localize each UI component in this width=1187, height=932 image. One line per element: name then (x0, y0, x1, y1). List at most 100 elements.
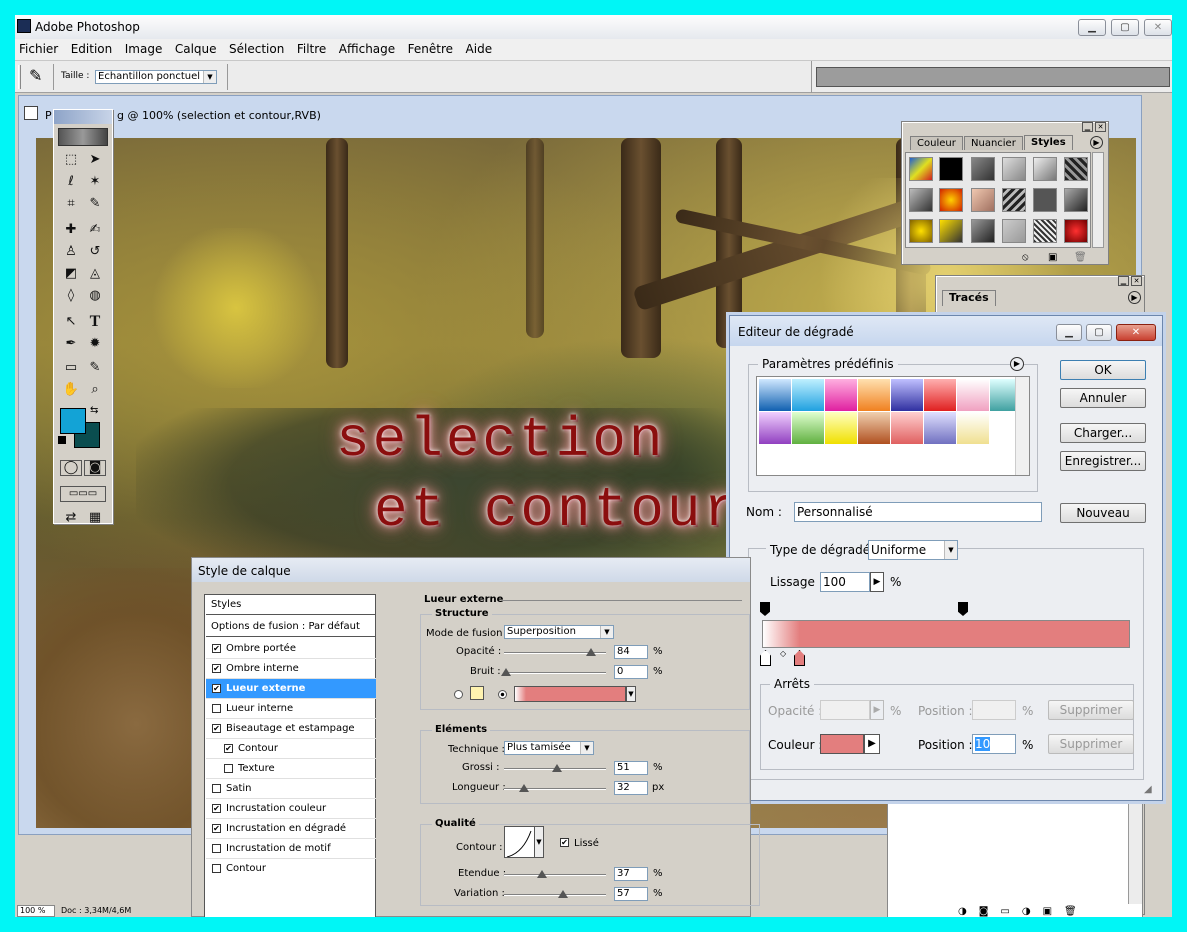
imageready-icon[interactable]: ▦ (84, 508, 106, 528)
tab-styles[interactable]: Styles (1024, 135, 1073, 150)
style-swatch[interactable] (939, 157, 963, 181)
pen-tool[interactable]: ✒ (60, 334, 82, 354)
chevron-down-icon[interactable]: ▼ (626, 686, 636, 702)
path-select-tool[interactable]: ↖ (60, 312, 82, 332)
ok-button[interactable]: OK (1060, 360, 1146, 380)
zoom-tool[interactable]: ⌕ (84, 380, 106, 400)
checkbox[interactable]: ✔ (224, 744, 233, 753)
style-item[interactable]: ✔ Ombre interne (206, 659, 376, 679)
preset-gradient[interactable] (957, 412, 989, 444)
lasso-tool[interactable]: ℓ (60, 172, 82, 192)
preset-gradient[interactable] (957, 379, 989, 411)
new-style-icon[interactable]: ▣ (1048, 252, 1057, 263)
checkbox[interactable] (212, 864, 221, 873)
noise-input[interactable]: 0 (614, 665, 648, 679)
style-swatch[interactable] (971, 157, 995, 181)
style-swatch[interactable] (1064, 188, 1088, 212)
preset-gradient[interactable] (858, 412, 890, 444)
preset-gradient[interactable] (825, 379, 857, 411)
style-item-selected[interactable]: ✔ Lueur externe (206, 679, 376, 699)
maximize-button[interactable]: ▢ (1111, 19, 1139, 36)
style-item[interactable]: Texture (206, 759, 376, 779)
paint-bucket-tool[interactable]: ◬ (84, 264, 106, 284)
midpoint-diamond-icon[interactable]: ◇ (780, 649, 786, 658)
checkbox[interactable]: ✔ (212, 684, 221, 693)
sponge-tool[interactable]: ◍ (84, 286, 106, 306)
stop-color-arrow-icon[interactable]: ▶ (864, 734, 880, 754)
size-select[interactable]: Echantillon ponctuel ▼ (95, 70, 217, 84)
checkbox[interactable]: ✔ (212, 644, 221, 653)
spread-slider-thumb[interactable] (552, 764, 562, 772)
new-button[interactable]: Nouveau (1060, 503, 1146, 523)
standard-mode-icon[interactable]: ◯ (60, 460, 82, 476)
shape-tool[interactable]: ✹ (84, 334, 106, 354)
checkbox[interactable]: ✔ (212, 724, 221, 733)
technique-select[interactable]: Plus tamisée ▼ (504, 741, 594, 755)
checkbox[interactable] (224, 764, 233, 773)
palette-close-icon[interactable]: ✕ (1131, 276, 1142, 286)
style-swatch[interactable] (971, 188, 995, 212)
style-item[interactable]: ✔ Biseautage et estampage (206, 719, 376, 739)
opacity-input[interactable]: 84 (614, 645, 648, 659)
menu-aide[interactable]: Aide (462, 39, 498, 56)
hand-tool[interactable]: ✋ (60, 380, 82, 400)
checkbox[interactable]: ✔ (212, 664, 221, 673)
marquee-tool[interactable]: ⬚ (60, 150, 82, 170)
load-button[interactable]: Charger... (1060, 423, 1146, 443)
checkbox[interactable]: ✔ (212, 804, 221, 813)
palette-minimize-icon[interactable]: ▁ (1082, 122, 1093, 132)
menu-fichier[interactable]: Fichier (15, 39, 63, 56)
close-button[interactable]: ✕ (1144, 19, 1172, 36)
menu-affichage[interactable]: Affichage (335, 39, 400, 56)
eyedropper-tool-2[interactable]: ✎ (84, 358, 106, 378)
checkbox[interactable] (212, 784, 221, 793)
blend-options-item[interactable]: Options de fusion : Par défaut (206, 617, 376, 637)
checkbox[interactable] (212, 844, 221, 853)
tab-traces[interactable]: Tracés (942, 290, 996, 306)
brush-tool[interactable]: ✍ (84, 220, 106, 240)
antialias-checkbox[interactable]: ✔ (560, 838, 569, 847)
preset-gradient[interactable] (792, 412, 824, 444)
move-tool[interactable]: ➤ (84, 150, 106, 170)
blend-mode-select[interactable]: Superposition ▼ (504, 625, 614, 639)
color-position-input[interactable]: 10 (972, 734, 1016, 754)
healing-tool[interactable]: ✚ (60, 220, 82, 240)
gradient-type-select[interactable]: Uniforme ▼ (868, 540, 958, 560)
quick-mask-icon[interactable]: ◙ (84, 460, 106, 476)
style-swatch[interactable] (939, 188, 963, 212)
style-item[interactable]: Incrustation de motif (206, 839, 376, 859)
styles-header[interactable]: Styles (206, 595, 376, 615)
jump-to-imageready-icon[interactable]: ⇄ (60, 508, 82, 528)
checkbox[interactable]: ✔ (212, 824, 221, 833)
layers-scrollbar[interactable] (1128, 796, 1142, 904)
smoothness-input[interactable]: 100 (820, 572, 870, 592)
range-input[interactable]: 37 (614, 867, 648, 881)
preset-gradient[interactable] (858, 379, 890, 411)
noise-slider[interactable] (504, 672, 606, 674)
no-style-icon[interactable]: ⦸ (1022, 252, 1029, 263)
preset-gradient[interactable] (759, 412, 791, 444)
gradient-preview-bar[interactable] (762, 620, 1130, 648)
range-slider-thumb[interactable] (537, 870, 547, 878)
name-input[interactable]: Personnalisé (794, 502, 1042, 522)
preset-gradient[interactable] (924, 412, 956, 444)
menu-edition[interactable]: Edition (67, 39, 118, 56)
menu-calque[interactable]: Calque (171, 39, 222, 56)
style-swatch[interactable] (1064, 219, 1088, 243)
jitter-slider-thumb[interactable] (558, 890, 568, 898)
style-swatch[interactable] (1002, 188, 1026, 212)
spread-input[interactable]: 51 (614, 761, 648, 775)
preset-gradient[interactable] (891, 379, 923, 411)
eyedropper-tool[interactable]: ✎ (84, 194, 106, 214)
blur-tool[interactable]: ◊ (60, 286, 82, 306)
stamp-tool[interactable]: ♙ (60, 242, 82, 262)
preset-gradient[interactable] (792, 379, 824, 411)
style-swatch[interactable] (971, 219, 995, 243)
style-swatch[interactable] (909, 188, 933, 212)
style-swatch[interactable] (909, 219, 933, 243)
style-swatch[interactable] (1033, 219, 1057, 243)
type-tool[interactable]: T (84, 312, 106, 332)
glow-color-swatch[interactable] (470, 686, 484, 700)
style-item[interactable]: ✔ Contour (206, 739, 376, 759)
style-item[interactable]: Lueur interne (206, 699, 376, 719)
